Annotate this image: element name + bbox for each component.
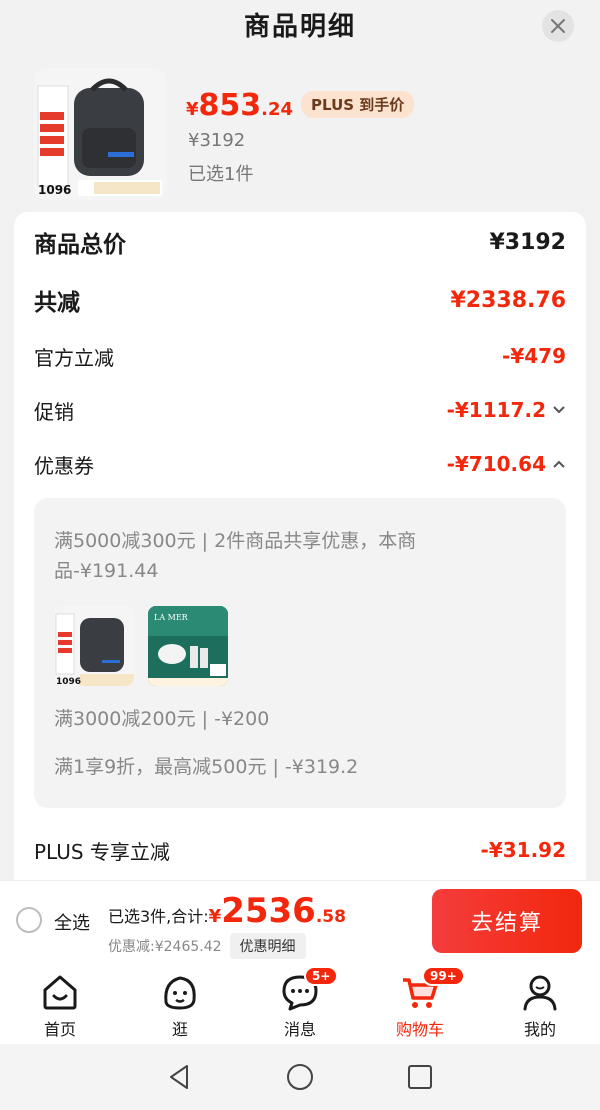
coupon-product-thumbs: 1096 LA MER: [54, 606, 228, 686]
coupon-details: 满5000减300元 | 2件商品共享优惠，本商 品-¥191.44 1096: [34, 498, 566, 808]
price-breakdown-card: 商品总价 ¥3192 共减 ¥2338.76 官方立减 -¥479 促销 -¥1…: [14, 212, 586, 880]
official-label: 官方立减: [34, 345, 114, 370]
backpack-thumb-image: 1096: [54, 606, 134, 686]
system-nav-bar: [0, 1044, 600, 1110]
messages-badge: 5+: [304, 966, 339, 986]
coupon-line-1: 满5000减300元 | 2件商品共享优惠，本商: [54, 530, 417, 552]
backpack-image: 1096: [34, 68, 166, 200]
price-currency: ¥: [186, 99, 199, 120]
bottom-tab-bar: 首页 逛 消息 5+ 购物车 99+ 我的: [0, 962, 600, 1044]
official-row: 官方立减 -¥479: [34, 338, 566, 374]
tab-explore[interactable]: 逛: [120, 962, 240, 1044]
coupon-row[interactable]: 优惠券 -¥710.64: [34, 446, 566, 482]
lamer-thumb-image: LA MER: [148, 606, 228, 686]
select-all-radio[interactable]: [16, 907, 42, 933]
plus-price-badge: PLUS 到手价: [301, 91, 415, 118]
product-image[interactable]: 1096: [34, 68, 166, 200]
detail-sheet: 商品明细 1096 ¥ 853 .24 PLUS 到手价 ¥3192 已选1件 …: [0, 0, 600, 880]
discount-text: 优惠减:¥2465.42: [108, 939, 222, 955]
promo-row[interactable]: 促销 -¥1117.2: [34, 392, 566, 428]
tab-cart[interactable]: 购物车 99+: [360, 962, 480, 1044]
official-value: -¥479: [502, 344, 566, 368]
close-button[interactable]: [542, 10, 574, 42]
home-circle-icon[interactable]: [285, 1062, 315, 1092]
coupon-value: -¥710.64: [446, 452, 546, 476]
tab-messages[interactable]: 消息 5+: [240, 962, 360, 1044]
thumb-lamer[interactable]: LA MER: [148, 606, 228, 686]
total-label: 商品总价: [34, 232, 126, 258]
price-row: ¥ 853 .24 PLUS 到手价: [186, 88, 415, 123]
chevron-up-icon: [553, 460, 565, 468]
sheet-header: 商品明细: [0, 0, 600, 56]
lamer-logo-text: LA MER: [154, 613, 189, 622]
plus-discount-row: PLUS 专享立减 -¥31.92: [34, 832, 566, 868]
select-all-label[interactable]: 全选: [54, 909, 90, 935]
product-summary: 1096 ¥ 853 .24 PLUS 到手价 ¥3192 已选1件: [34, 68, 574, 204]
tab-profile[interactable]: 我的: [480, 962, 600, 1044]
page-title: 商品明细: [243, 12, 356, 42]
promo-value-wrap: -¥1117.2: [447, 398, 566, 422]
close-icon: [551, 19, 565, 33]
home-icon: [43, 975, 77, 1010]
sum-label: 已选3件,合计:: [108, 907, 209, 926]
thumb-backpack-caption: 1096: [56, 677, 81, 686]
coupon-line-1b: 品-¥191.44: [54, 560, 159, 582]
checkout-button[interactable]: 去结算: [432, 889, 582, 953]
reduce-label: 共减: [34, 290, 80, 316]
tab-home[interactable]: 首页: [0, 962, 120, 1044]
thumb-backpack[interactable]: 1096: [54, 606, 134, 686]
coupon-line-2: 满3000减200元 | -¥200: [54, 708, 270, 730]
product-image-caption: 1096: [38, 183, 71, 197]
profile-icon: [523, 975, 557, 1011]
coupon-label: 优惠券: [34, 453, 94, 478]
discount-detail-button[interactable]: 优惠明细: [229, 933, 306, 959]
total-row: 商品总价 ¥3192: [34, 222, 566, 262]
plus-discount-label: PLUS 专享立减: [34, 839, 170, 864]
tab-explore-label: 逛: [171, 1020, 188, 1039]
sum-currency: ¥: [208, 906, 222, 927]
tab-home-label: 首页: [43, 1020, 76, 1039]
back-triangle-icon[interactable]: [165, 1062, 195, 1092]
total-value: ¥3192: [489, 229, 566, 255]
chevron-down-icon: [553, 406, 565, 414]
discount-line: 优惠减:¥2465.42 优惠明细: [108, 933, 306, 959]
recents-square-icon[interactable]: [405, 1062, 435, 1092]
reduce-value: ¥2338.76: [450, 287, 566, 313]
promo-value: -¥1117.2: [446, 398, 546, 422]
tab-messages-label: 消息: [283, 1020, 316, 1039]
explore-face-icon: [164, 976, 196, 1010]
reduce-row: 共减 ¥2338.76: [34, 280, 566, 320]
tab-profile-label: 我的: [523, 1020, 556, 1039]
price-decimal: .24: [261, 99, 294, 120]
sum-integer: 2536: [221, 891, 316, 931]
original-price: ¥3192: [188, 130, 246, 151]
coupon-value-wrap: -¥710.64: [447, 452, 566, 476]
checkout-bar: 全选 已选3件,合计: ¥ 2536 .58 优惠减:¥2465.42 优惠明细…: [0, 880, 600, 962]
cart-badge: 99+: [422, 966, 465, 986]
selected-quantity: 已选1件: [188, 164, 254, 185]
total-sum: 已选3件,合计: ¥ 2536 .58: [108, 891, 346, 931]
sum-decimal: .58: [315, 907, 346, 927]
tab-cart-label: 购物车: [395, 1020, 444, 1039]
promo-label: 促销: [34, 399, 74, 424]
coupon-line-3: 满1享9折，最高减500元 | -¥319.2: [54, 756, 359, 778]
price-integer: 853: [198, 88, 262, 123]
plus-discount-value: -¥31.92: [480, 838, 566, 862]
